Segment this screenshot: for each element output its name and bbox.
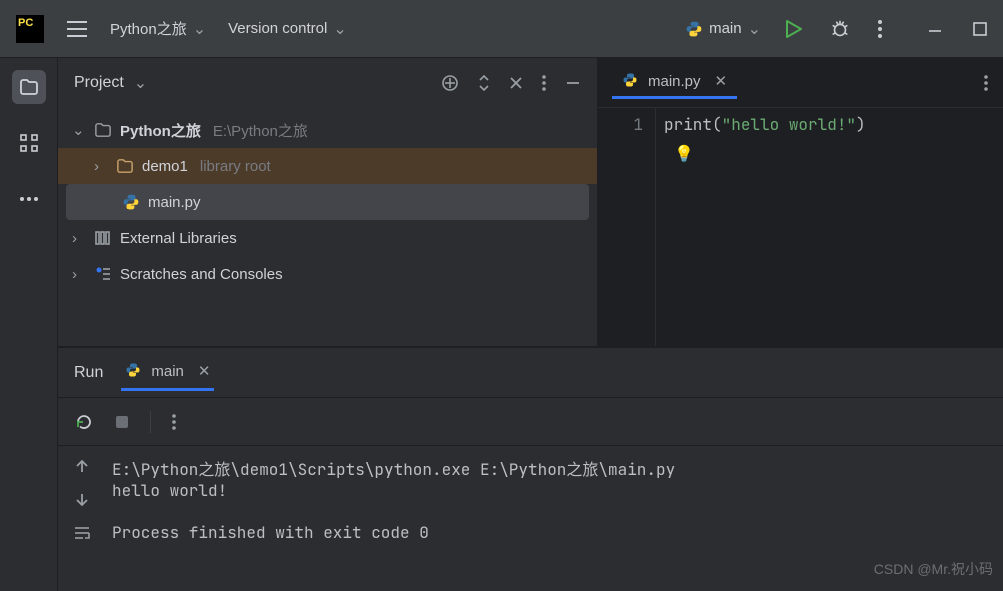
chevron-down-icon xyxy=(333,19,346,39)
line-number: 1 xyxy=(598,114,643,135)
close-tab-icon[interactable]: ✕ xyxy=(715,72,728,90)
vcs-label: Version control xyxy=(228,20,327,37)
python-icon xyxy=(122,193,140,211)
folder-icon xyxy=(116,158,134,174)
tree-item-label: Scratches and Consoles xyxy=(120,266,283,283)
tree-file-main[interactable]: main.py xyxy=(66,184,589,220)
left-tool-rail xyxy=(0,58,58,591)
tree-folder-name: demo1 xyxy=(142,158,188,175)
project-tree: ⌄ Python之旅 E:\Python之旅 › demo1 library r… xyxy=(58,108,597,296)
scratches-icon xyxy=(94,265,112,283)
chevron-right-icon: › xyxy=(72,266,86,283)
stop-button[interactable] xyxy=(114,414,130,430)
maximize-window-icon[interactable] xyxy=(973,22,987,36)
editor-tab-label: main.py xyxy=(648,73,701,90)
editor-tabs: main.py ✕ xyxy=(598,58,1003,108)
tree-folder-demo1[interactable]: › demo1 library root xyxy=(58,148,597,184)
tree-external-libraries[interactable]: › External Libraries xyxy=(58,220,597,256)
close-tab-icon[interactable]: ✕ xyxy=(198,362,211,380)
minimize-window-icon[interactable] xyxy=(927,21,943,37)
python-icon xyxy=(125,362,143,380)
run-side-rail xyxy=(58,446,106,591)
pane-options-icon[interactable] xyxy=(541,74,547,92)
pycharm-logo: PC xyxy=(16,15,44,43)
more-actions-icon[interactable] xyxy=(877,19,883,39)
code-area[interactable]: print("hello world!") 💡 xyxy=(656,108,866,346)
project-pane-title: Project xyxy=(74,74,124,92)
hide-pane-icon[interactable] xyxy=(565,75,581,91)
close-pane-icon[interactable] xyxy=(509,76,523,90)
folder-icon xyxy=(94,122,112,138)
code-line: print("hello world!") xyxy=(664,114,866,135)
editor-tab-main[interactable]: main.py ✕ xyxy=(612,66,737,99)
run-toolbar xyxy=(58,398,1003,446)
rerun-button[interactable] xyxy=(74,412,94,432)
project-selector[interactable]: Python之旅 xyxy=(110,18,206,39)
tree-scratches[interactable]: › Scratches and Consoles xyxy=(58,256,597,292)
run-config-selector[interactable]: main xyxy=(685,19,761,39)
select-opened-file-icon[interactable] xyxy=(441,74,459,92)
chevron-down-icon[interactable] xyxy=(134,73,147,93)
chevron-right-icon: › xyxy=(72,230,86,247)
main-menu-icon[interactable] xyxy=(66,20,88,38)
titlebar: PC Python之旅 Version control main xyxy=(0,0,1003,58)
run-tabs-bar: Run main ✕ xyxy=(58,348,1003,398)
debug-button[interactable] xyxy=(829,18,851,40)
run-tab-label: main xyxy=(151,363,184,380)
scroll-down-icon[interactable] xyxy=(74,492,90,508)
tree-root-name: Python之旅 xyxy=(120,120,201,141)
run-more-icon[interactable] xyxy=(171,413,177,431)
editor-gutter: 1 xyxy=(598,108,656,346)
project-pane: Project ⌄ Python之旅 E:\Py xyxy=(58,58,598,346)
structure-tool-button[interactable] xyxy=(12,126,46,160)
soft-wrap-icon[interactable] xyxy=(73,526,91,540)
editor-pane: main.py ✕ 1 print("hello world!") 💡 xyxy=(598,58,1003,346)
chevron-down-icon xyxy=(193,19,206,39)
chevron-down-icon xyxy=(748,19,761,39)
project-tool-button[interactable] xyxy=(12,70,46,104)
chevron-right-icon: › xyxy=(94,158,108,175)
vcs-selector[interactable]: Version control xyxy=(228,19,347,39)
expand-collapse-icon[interactable] xyxy=(477,74,491,92)
project-name: Python之旅 xyxy=(110,18,187,39)
library-icon xyxy=(94,229,112,247)
editor-more-icon[interactable] xyxy=(983,74,989,92)
intention-bulb-icon[interactable]: 💡 xyxy=(674,143,866,164)
more-tools-button[interactable] xyxy=(12,182,46,216)
run-button[interactable] xyxy=(783,19,803,39)
editor-body[interactable]: 1 print("hello world!") 💡 xyxy=(598,108,1003,346)
run-config-label: main xyxy=(709,20,742,37)
console-output[interactable]: E:\Python之旅\demo1\Scripts\python.exe E:\… xyxy=(106,446,1003,591)
python-icon xyxy=(685,20,703,38)
tree-folder-hint: library root xyxy=(200,158,271,175)
python-icon xyxy=(622,72,640,90)
tree-item-label: External Libraries xyxy=(120,230,237,247)
project-pane-header: Project xyxy=(58,58,597,108)
tree-file-name: main.py xyxy=(148,194,201,211)
tree-root-path: E:\Python之旅 xyxy=(213,120,308,141)
run-tab-main[interactable]: main ✕ xyxy=(121,354,214,391)
tree-root[interactable]: ⌄ Python之旅 E:\Python之旅 xyxy=(58,112,597,148)
run-pane: Run main ✕ E:\Python之旅\demo1 xyxy=(58,347,1003,591)
watermark: CSDN @Mr.祝小码 xyxy=(874,559,993,579)
chevron-down-icon: ⌄ xyxy=(72,121,86,139)
scroll-up-icon[interactable] xyxy=(74,458,90,474)
run-pane-title: Run xyxy=(74,364,103,382)
